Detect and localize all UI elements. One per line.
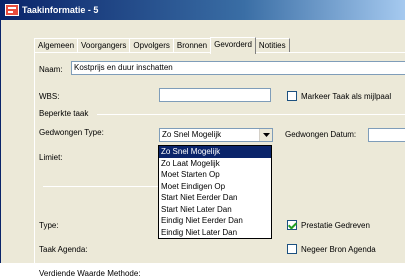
dropdown-option[interactable]: Moet Starten Op <box>159 169 271 181</box>
constraint-type-combobox[interactable]: Zo Snel Mogelijk <box>159 128 273 142</box>
constraint-type-value: Zo Snel Mogelijk <box>162 130 222 139</box>
title-bar[interactable]: Taakinformatie - 5 <box>1 0 405 20</box>
tab-general[interactable]: Algemeen <box>34 38 79 53</box>
effort-driven-checkbox[interactable] <box>287 220 297 230</box>
window-title: Taakinformatie - 5 <box>22 5 99 15</box>
constraint-date-label: Gedwongen Datum: <box>285 130 357 139</box>
ignore-resource-calendar-checkbox[interactable] <box>287 244 297 254</box>
task-calendar-label: Taak Agenda: <box>39 245 88 254</box>
wbs-label: WBS: <box>39 92 60 101</box>
deadline-label: Limiet: <box>39 153 63 162</box>
tab-resources[interactable]: Bronnen <box>172 38 212 53</box>
tab-notes[interactable]: Notities <box>254 38 290 53</box>
name-field[interactable]: Kostprijs en duur inschatten <box>71 61 405 75</box>
type-label: Type: <box>39 221 59 230</box>
tab-successors[interactable]: Opvolgers <box>129 38 174 53</box>
name-label: Naam: <box>39 65 63 74</box>
constraint-date-field[interactable] <box>368 128 405 142</box>
task-information-dialog: Taakinformatie - 5 Algemeen Voorgangers … <box>0 0 405 278</box>
dropdown-option[interactable]: Zo Laat Mogelijk <box>159 158 271 170</box>
tab-advanced[interactable]: Gevorderd <box>210 37 256 54</box>
constraint-group-divider <box>97 114 405 115</box>
dropdown-option[interactable]: Moet Eindigen Op <box>159 181 271 193</box>
tab-predecessors[interactable]: Voorgangers <box>77 38 131 53</box>
dropdown-option[interactable]: Start Niet Later Dan <box>159 204 271 216</box>
dropdown-option[interactable]: Eindig Niet Eerder Dan <box>159 215 271 227</box>
milestone-label: Markeer Taak als mijlpaal <box>301 92 392 101</box>
constraint-type-label: Gedwongen Type: <box>39 128 104 137</box>
dropdown-option[interactable]: Zo Snel Mogelijk <box>159 146 271 158</box>
milestone-checkbox[interactable] <box>287 91 297 101</box>
ignore-resource-calendar-label: Negeer Bron Agenda <box>301 245 376 254</box>
section-divider <box>43 186 159 187</box>
project-app-icon <box>5 4 19 16</box>
chevron-down-icon[interactable] <box>259 129 272 141</box>
tab-strip: Algemeen Voorgangers Opvolgers Bronnen G… <box>34 37 290 54</box>
dropdown-option[interactable]: Start Niet Eerder Dan <box>159 192 271 204</box>
effort-driven-label: Prestatie Gedreven <box>301 221 370 230</box>
dropdown-option[interactable]: Eindig Niet Later Dan <box>159 227 271 239</box>
constraint-group-label: Beperkte taak <box>39 109 89 118</box>
wbs-field[interactable] <box>159 88 271 102</box>
constraint-type-dropdown-list: Zo Snel Mogelijk Zo Laat Mogelijk Moet S… <box>158 145 272 239</box>
earned-value-method-label: Verdiende Waarde Methode: <box>39 269 141 278</box>
